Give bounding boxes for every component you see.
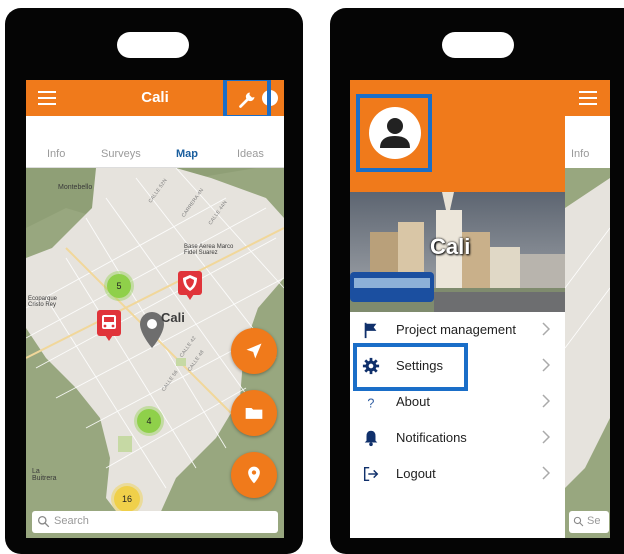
background-map: Se: [565, 168, 610, 538]
map-cluster[interactable]: 5: [107, 274, 131, 298]
phone-frame-left: Cali Info Surveys Map Ideas Montebello E…: [5, 8, 303, 554]
search-icon: [37, 515, 50, 528]
folder-button[interactable]: [231, 390, 277, 436]
background-search-bar: Se: [569, 511, 609, 533]
menu-item-notifications[interactable]: Notifications: [350, 420, 565, 456]
place-marker-button[interactable]: [231, 452, 277, 498]
drawer-city-name: Cali: [430, 234, 471, 259]
map-cluster[interactable]: 16: [114, 486, 140, 512]
map-screen: Cali Info Surveys Map Ideas Montebello E…: [26, 80, 284, 538]
wrench-icon[interactable]: [238, 89, 258, 109]
search-icon: [573, 516, 584, 527]
city-map[interactable]: Montebello Ecoparque Cristo Rey La Buitr…: [26, 168, 284, 538]
settings-highlight: [353, 343, 468, 391]
chevron-right-icon: [542, 466, 550, 480]
phone-frame-right: Info Se Cali Project management Settings…: [330, 8, 624, 554]
tab-map[interactable]: Map: [176, 148, 198, 160]
avatar-highlight: [356, 94, 432, 172]
chevron-right-icon: [542, 430, 550, 444]
menu-item-logout[interactable]: Logout: [350, 456, 565, 492]
chevron-right-icon: [542, 322, 550, 336]
flag-icon: [364, 322, 377, 339]
phone-speaker: [442, 32, 514, 58]
background-app: Info Se: [565, 80, 610, 538]
city-photo: Cali: [350, 192, 565, 312]
navigation-drawer: Cali Project management Settings ? About…: [350, 80, 565, 538]
search-bar[interactable]: Search: [32, 511, 278, 533]
folder-icon: [245, 408, 263, 419]
bell-icon: [364, 430, 378, 447]
tab-info[interactable]: Info: [47, 148, 65, 160]
chevron-right-icon: [542, 394, 550, 408]
menu-item-label: Notifications: [396, 430, 467, 445]
app-bar: Cali: [26, 80, 284, 119]
user-icon: [371, 109, 419, 157]
menu-icon: [579, 91, 597, 105]
menu-item-label: Logout: [396, 466, 436, 481]
place-label: Montebello: [58, 184, 93, 191]
tab-ideas[interactable]: Ideas: [237, 148, 264, 160]
drawer-screen: Info Se Cali Project management Settings…: [350, 80, 610, 538]
logout-icon: [363, 466, 379, 482]
pin-icon: [248, 466, 260, 484]
map-cluster[interactable]: 4: [137, 409, 161, 433]
background-app-bar: [565, 80, 610, 116]
question-icon: ?: [367, 396, 374, 410]
place-label: La Buitrera: [32, 468, 57, 482]
menu-item-label: Project management: [396, 322, 516, 337]
tab-bar: Info Surveys Map Ideas: [26, 116, 284, 168]
chevron-right-icon: [542, 358, 550, 372]
search-placeholder: Se: [587, 515, 601, 527]
shield-marker-icon[interactable]: [177, 270, 203, 300]
menu-item-label: About: [396, 394, 430, 409]
tab-surveys[interactable]: Surveys: [101, 148, 141, 160]
phone-speaker: [117, 32, 189, 58]
drawer-header: [350, 80, 565, 192]
background-tab-info: Info: [571, 148, 590, 160]
search-placeholder: Search: [54, 515, 89, 527]
place-label: Ecoparque Cristo Rey: [28, 296, 58, 308]
navigation-arrow-icon: [246, 343, 262, 359]
avatar[interactable]: [369, 107, 421, 159]
place-label: Base Aerea Marco Fidel Suarez: [184, 244, 234, 256]
wrench-highlight: [223, 80, 271, 119]
map-city-label: Cali: [161, 310, 185, 325]
svg-text:?: ?: [367, 396, 374, 410]
locate-button[interactable]: [231, 328, 277, 374]
bus-marker-icon[interactable]: [96, 309, 122, 341]
